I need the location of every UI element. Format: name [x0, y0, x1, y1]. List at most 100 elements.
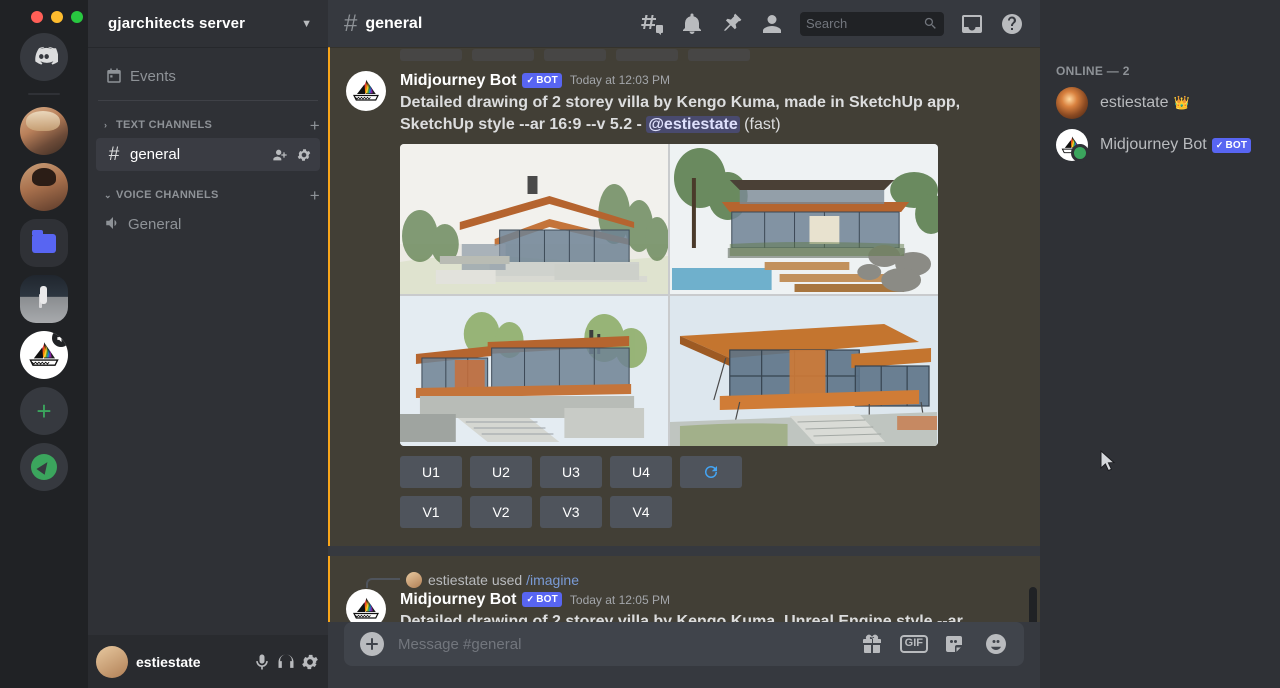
- inbox-icon[interactable]: [960, 12, 984, 36]
- gif-icon[interactable]: GIF: [900, 635, 928, 653]
- add-server-button[interactable]: +: [20, 387, 68, 435]
- member-item-estiestate[interactable]: estiestate 👑: [1048, 82, 1272, 124]
- server-moon[interactable]: [20, 275, 68, 323]
- message-scrollbar[interactable]: [1029, 47, 1037, 622]
- partial-button: [616, 49, 678, 61]
- sidebar-channel-general[interactable]: # general: [96, 138, 320, 171]
- bell-icon[interactable]: [680, 12, 704, 36]
- discord-home-button[interactable]: [20, 33, 68, 81]
- upscale-u4-button[interactable]: U4: [610, 456, 672, 488]
- upscale-u2-button[interactable]: U2: [470, 456, 532, 488]
- partial-button: [400, 49, 462, 61]
- sidebar-channel-voice-general[interactable]: General: [96, 208, 320, 241]
- server-midjourney[interactable]: [20, 331, 68, 379]
- message-input[interactable]: Message #general: [398, 636, 846, 653]
- threads-icon[interactable]: [640, 12, 664, 36]
- mention[interactable]: @estiestate: [646, 116, 739, 133]
- image-cell-2[interactable]: [670, 144, 938, 294]
- message-status: (fast): [740, 116, 781, 133]
- main-chat: # general Search: [328, 0, 1040, 688]
- pin-icon[interactable]: [720, 12, 744, 36]
- command-name[interactable]: /imagine: [526, 572, 579, 588]
- mute-icon[interactable]: [252, 652, 272, 672]
- search-input[interactable]: Search: [800, 12, 944, 36]
- check-icon: ✓: [526, 594, 534, 605]
- image-cell-4[interactable]: [670, 296, 938, 446]
- hash-icon: #: [344, 12, 357, 36]
- attach-file-button[interactable]: [360, 632, 384, 656]
- bot-badge: ✓BOT: [522, 73, 561, 88]
- upscale-u3-button[interactable]: U3: [540, 456, 602, 488]
- explore-servers-button[interactable]: [20, 443, 68, 491]
- window-controls: [31, 11, 83, 23]
- create-voice-channel-icon[interactable]: +: [310, 187, 320, 204]
- user-settings-icon[interactable]: [300, 652, 320, 672]
- member-name: Midjourney Bot ✓BOT: [1100, 136, 1251, 154]
- minimize-button[interactable]: [51, 11, 63, 23]
- variation-v4-button[interactable]: V4: [610, 496, 672, 528]
- gear-icon[interactable]: [296, 147, 312, 163]
- image-grid[interactable]: [400, 144, 938, 446]
- bot-badge-label: BOT: [536, 594, 558, 606]
- composer-box[interactable]: Message #general GIF: [344, 622, 1024, 666]
- partial-button: [544, 49, 606, 61]
- image-cell-3[interactable]: [400, 296, 668, 446]
- page-title: general: [365, 15, 422, 33]
- scrollbar-thumb[interactable]: [1029, 587, 1037, 622]
- variation-v1-button[interactable]: V1: [400, 496, 462, 528]
- maximize-button[interactable]: [71, 11, 83, 23]
- deafen-icon[interactable]: [276, 652, 296, 672]
- message-composer: Message #general GIF: [328, 622, 1040, 688]
- reroll-button[interactable]: [680, 456, 742, 488]
- message-item: Midjourney Bot ✓BOT Today at 12:03 PM De…: [328, 61, 1040, 546]
- add-member-icon[interactable]: [272, 147, 288, 163]
- create-channel-icon[interactable]: +: [310, 117, 320, 134]
- image-cell-1[interactable]: [400, 144, 668, 294]
- message-timestamp: Today at 12:05 PM: [570, 593, 670, 607]
- upscale-button-row: U1 U2 U3 U4: [400, 456, 992, 488]
- avatar[interactable]: [346, 71, 386, 111]
- sidebar-item-events[interactable]: Events: [96, 60, 320, 92]
- category-voice-channels[interactable]: ⌄ VOICE CHANNELS +: [88, 183, 328, 207]
- server-folder[interactable]: [20, 219, 68, 267]
- channel-header: # general Search: [328, 0, 1040, 47]
- command-action: used: [492, 572, 522, 588]
- message-author[interactable]: Midjourney Bot: [400, 590, 516, 609]
- channel-label: General: [128, 216, 312, 233]
- member-list-title: ONLINE — 2: [1040, 64, 1280, 82]
- server-avatar-1[interactable]: [20, 107, 68, 155]
- command-reference-text: estiestate used /imagine: [428, 572, 579, 588]
- message-text: Detailed drawing of 2 storey villa by Ke…: [400, 92, 992, 136]
- server-header[interactable]: gjarchitects server ▼: [88, 0, 328, 47]
- sidebar-divider: [98, 100, 318, 101]
- sticker-icon[interactable]: [944, 632, 968, 656]
- variation-v2-button[interactable]: V2: [470, 496, 532, 528]
- close-button[interactable]: [31, 11, 43, 23]
- header-actions: Search: [640, 12, 1032, 36]
- message-author[interactable]: Midjourney Bot: [400, 71, 516, 90]
- discord-logo-icon: [30, 43, 58, 71]
- avatar: [406, 572, 422, 588]
- member-name-label: estiestate: [1100, 94, 1168, 112]
- variation-v3-button[interactable]: V3: [540, 496, 602, 528]
- bot-badge-label: BOT: [536, 75, 558, 87]
- member-item-midjourney-bot[interactable]: Midjourney Bot ✓BOT: [1048, 124, 1272, 166]
- category-text-channels[interactable]: › TEXT CHANNELS +: [88, 113, 328, 137]
- member-name-label: Midjourney Bot: [1100, 136, 1207, 154]
- emoji-icon[interactable]: [984, 632, 1008, 656]
- gift-icon[interactable]: [860, 632, 884, 656]
- avatar[interactable]: [346, 589, 386, 622]
- server-avatar-2[interactable]: [20, 163, 68, 211]
- server-rail: +: [0, 0, 88, 688]
- user-panel[interactable]: estiestate: [88, 635, 328, 688]
- variation-button-row: V1 V2 V3 V4: [400, 496, 992, 528]
- plus-icon: +: [36, 398, 51, 424]
- upscale-u1-button[interactable]: U1: [400, 456, 462, 488]
- active-server-pill-1: [0, 123, 4, 163]
- command-user[interactable]: estiestate: [428, 572, 488, 588]
- help-icon[interactable]: [1000, 12, 1024, 36]
- avatar[interactable]: [96, 646, 128, 678]
- active-server-pill-2: [0, 172, 4, 180]
- search-placeholder: Search: [806, 16, 923, 31]
- members-icon[interactable]: [760, 12, 784, 36]
